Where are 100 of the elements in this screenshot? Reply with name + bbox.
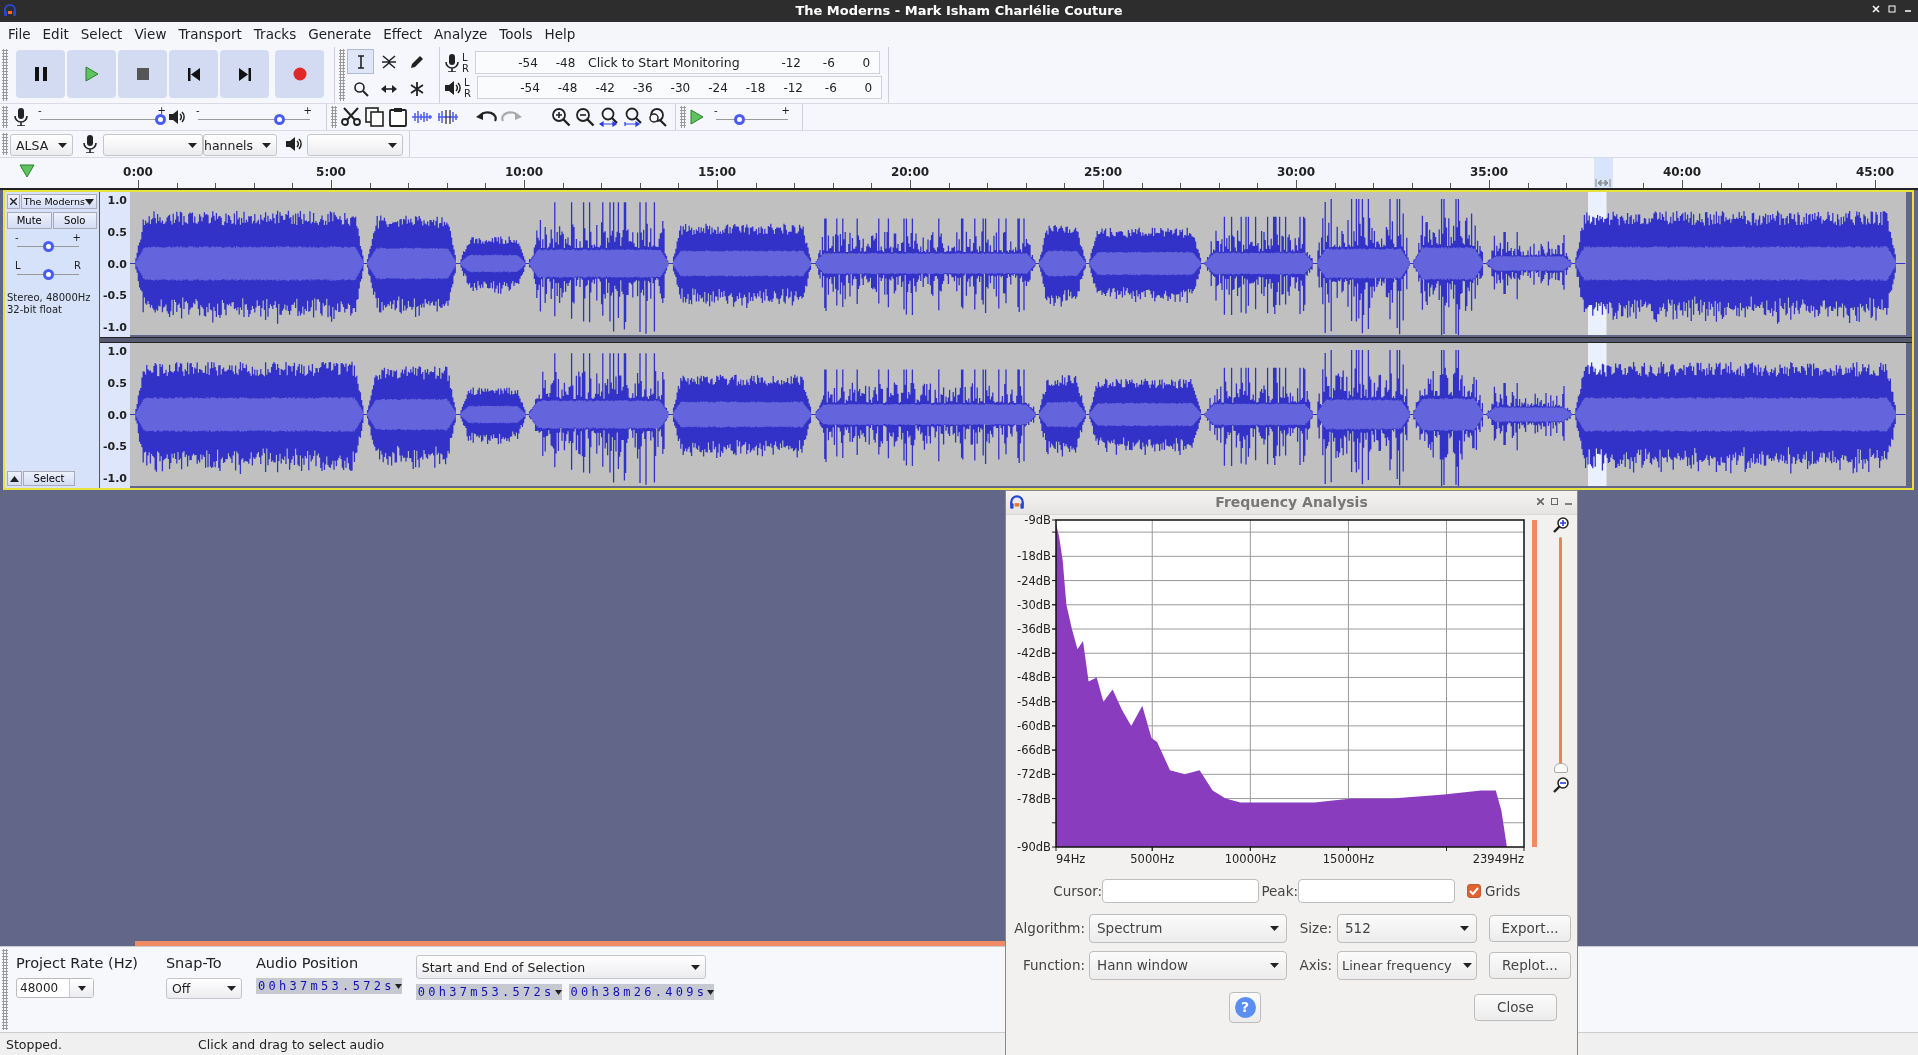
collapse-button[interactable] [7, 471, 22, 486]
menu-item[interactable]: File [2, 24, 37, 45]
selection-marker[interactable] [1594, 158, 1613, 188]
slider-thumb[interactable] [1554, 763, 1568, 773]
playback-volume-slider[interactable]: - + [194, 107, 314, 127]
caret-icon [690, 964, 700, 970]
time-field[interactable]: 00h38m26.409s [568, 984, 715, 1000]
toolbar-grip[interactable] [331, 106, 337, 128]
menu-item[interactable]: Tools [493, 24, 539, 45]
magnifier-icon [352, 80, 369, 97]
skip-to-start-button[interactable] [169, 50, 218, 98]
caret-icon [1270, 963, 1279, 968]
close-button[interactable]: Close [1474, 994, 1557, 1021]
meter-scale-label: -48 [557, 81, 578, 96]
caret-icon [262, 142, 271, 148]
snap-to-dropdown[interactable]: Off [165, 978, 242, 1000]
mute-button[interactable]: Mute [7, 212, 52, 229]
menu-item[interactable]: Help [538, 24, 582, 45]
menu-item[interactable]: Generate [302, 24, 378, 45]
clipboard-icon [389, 107, 407, 127]
menu-item[interactable]: Effect [377, 24, 429, 45]
pause-button[interactable] [16, 50, 65, 98]
function-dropdown[interactable]: Hann window [1089, 951, 1287, 980]
meter-scale-label: -48 [555, 56, 576, 71]
close-track-button[interactable] [7, 194, 20, 209]
scale-label: -0.5 [102, 440, 127, 454]
field-label: Algorithm: [1013, 920, 1086, 937]
playback-meter[interactable]: -54 -48 -42 -36 -30 -24 -18 -12 -6 0 [477, 76, 882, 99]
scale-label: 0.5 [107, 377, 127, 391]
caret-icon [1460, 926, 1469, 931]
channels-dropdown[interactable]: hannels [203, 134, 277, 156]
collapse-icon [10, 475, 19, 482]
slider-thumb[interactable] [43, 241, 54, 252]
slider-thumb[interactable] [155, 114, 167, 125]
menu-item[interactable]: View [128, 24, 173, 45]
menu-item[interactable]: Transport [172, 24, 248, 45]
toolbar-grip[interactable] [339, 49, 345, 101]
slider-max-label: R [74, 261, 81, 271]
time-field[interactable]: 00h37m53.572s [415, 984, 562, 1000]
skip-to-end-button[interactable] [220, 50, 269, 98]
channel-label: R [462, 62, 470, 74]
selection-mode-dropdown[interactable]: Start and End of Selection [415, 955, 706, 979]
record-button[interactable] [275, 50, 324, 98]
time-label: 20:00 [890, 165, 930, 180]
menu-item[interactable]: Edit [36, 24, 75, 45]
tool-button[interactable] [347, 49, 374, 74]
export-button[interactable]: Export... [1489, 915, 1571, 942]
recording-volume-slider[interactable]: - + [36, 107, 168, 127]
caret-icon [1463, 963, 1472, 968]
stop-button[interactable] [118, 50, 167, 98]
caret-icon [188, 142, 197, 148]
toolbar-grip[interactable] [2, 949, 8, 1030]
zoom-out-icon [575, 107, 595, 127]
play-speed-slider[interactable]: - + [712, 107, 792, 127]
cursor-field[interactable] [1102, 879, 1259, 903]
toolbar-grip[interactable] [680, 106, 686, 128]
meter-scale-label: -24 [708, 81, 728, 96]
pan-slider[interactable]: L R [13, 262, 83, 282]
peak-field[interactable] [1298, 879, 1455, 903]
time-label: 45:00 [1855, 165, 1895, 180]
grids-checkbox[interactable] [1467, 884, 1481, 898]
track-info: Stereo, 48000Hz [7, 292, 92, 304]
size-dropdown[interactable]: 512 [1337, 914, 1477, 943]
meter-prompt[interactable]: Click to Start Monitoring [586, 55, 742, 70]
menu-item[interactable]: Select [74, 24, 129, 45]
zoom-slider[interactable] [1554, 537, 1568, 773]
timeline-ruler[interactable]: 0:00 5:00 10:00 15:00 20:00 25:00 30:00 35:00 40:00 45:00 [0, 158, 1918, 190]
toolbar-grip[interactable] [2, 106, 8, 128]
caret-icon [85, 198, 94, 205]
menu-item[interactable]: Tracks [247, 24, 303, 45]
window-title: The Moderns - Mark Isham Charlélie Couture [795, 3, 1123, 19]
project-rate-combo[interactable]: 48000 [16, 978, 94, 999]
envelope-icon [380, 53, 397, 70]
axis-label: -54dB [1017, 694, 1051, 709]
copy-button[interactable] [363, 104, 387, 130]
copy-icon [365, 107, 385, 127]
slider-thumb[interactable] [43, 269, 54, 280]
time-field[interactable]: 00h37m53.572s [255, 978, 402, 995]
host-dropdown[interactable]: ALSA [10, 134, 73, 156]
track-menu-button[interactable]: The Moderns [20, 194, 97, 209]
select-track-button[interactable]: Select [23, 471, 75, 486]
solo-button[interactable]: Solo [52, 212, 97, 229]
maximize-icon[interactable] [1551, 498, 1558, 505]
replot-button[interactable]: Replot... [1489, 952, 1571, 979]
zoom-out-icon[interactable] [1553, 777, 1569, 793]
toolbar-grip[interactable] [2, 49, 8, 101]
zoom-in-icon[interactable] [1553, 517, 1569, 533]
headphones-icon [1009, 494, 1025, 510]
recording-meter[interactable]: -54 -48 Click to Start Monitoring -12 -6 0 [475, 51, 880, 74]
slider-thumb[interactable] [734, 114, 746, 125]
menu-item[interactable]: Analyze [428, 24, 494, 45]
slider-thumb[interactable] [273, 114, 285, 125]
toolbar-grip[interactable] [2, 133, 8, 155]
field-label: Size: [1298, 920, 1333, 937]
axis-dropdown[interactable]: Linear frequency [1337, 951, 1477, 980]
field-label: Snap-To [165, 955, 223, 973]
algorithm-dropdown[interactable]: Spectrum [1089, 914, 1287, 943]
meter-scale-label: -36 [633, 81, 653, 96]
gain-slider[interactable]: - + [13, 234, 83, 254]
speaker-icon [285, 136, 303, 152]
